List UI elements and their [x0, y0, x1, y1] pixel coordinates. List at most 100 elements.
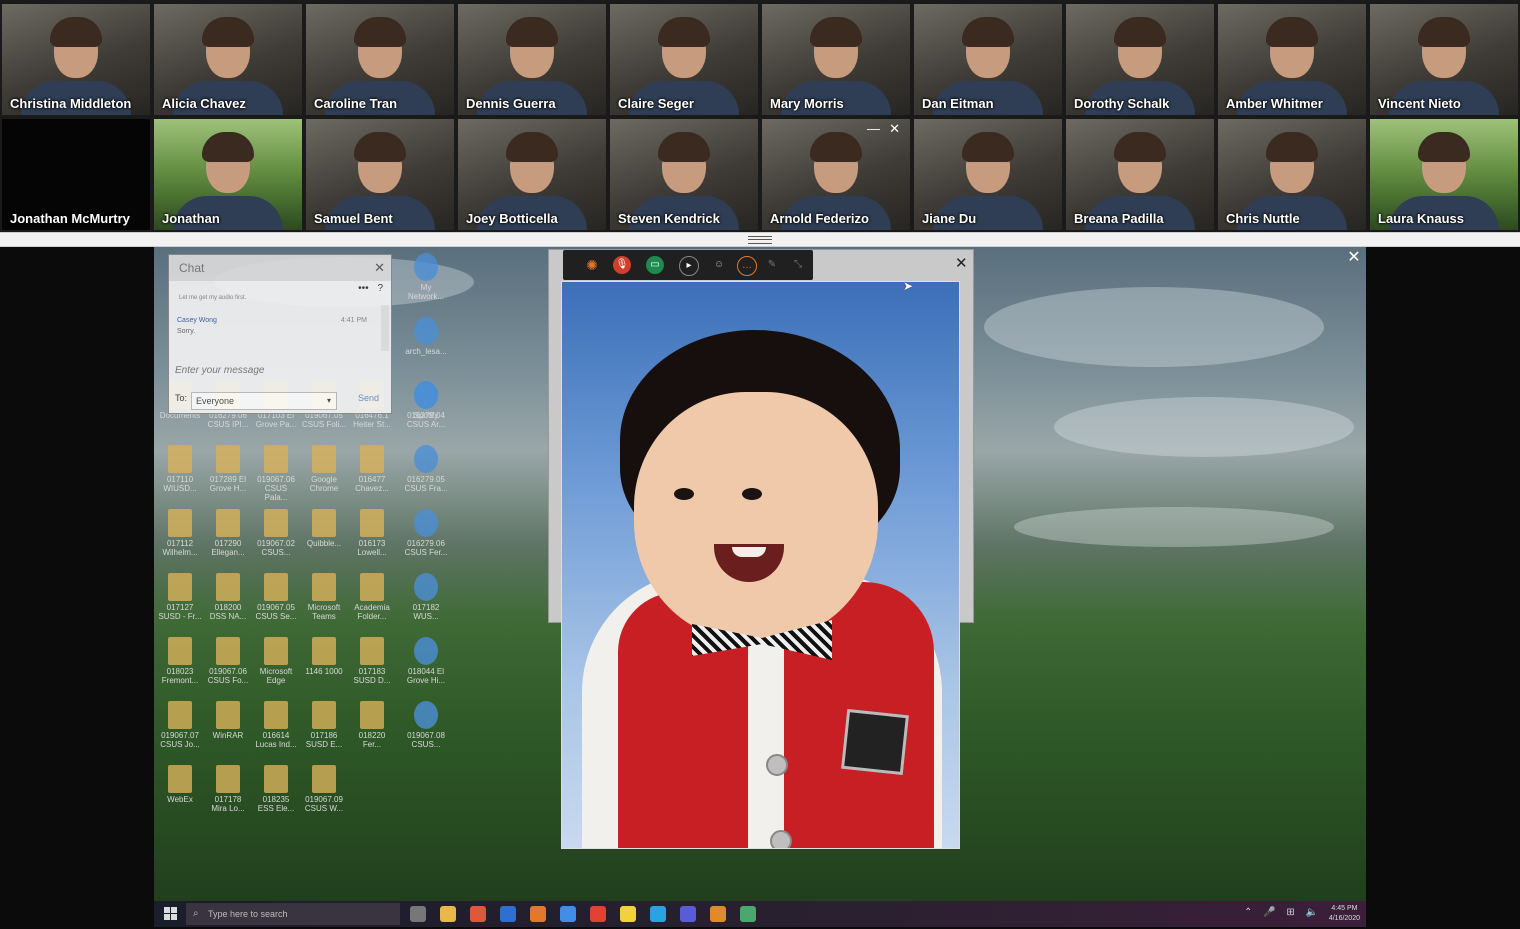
desktop-icon[interactable]: 016279.05 CSUS Fra... [404, 445, 448, 503]
desktop-icon-label: 019067.02 CSUS... [257, 539, 295, 557]
system-tray[interactable]: ⌃ 🎤 ⊞ 🔈 [1244, 907, 1322, 918]
chat-message-input[interactable] [173, 359, 389, 381]
participant-tile[interactable]: Jiane Du [914, 119, 1062, 230]
desktop-icon[interactable]: 017186 SUSD E... [302, 701, 346, 759]
desktop-icon[interactable]: My Network... [404, 253, 448, 311]
desktop-icon[interactable]: 019067.08 CSUS... [404, 701, 448, 759]
teams-icon[interactable] [680, 906, 696, 922]
participant-tile[interactable]: Dan Eitman [914, 4, 1062, 115]
desktop-icon[interactable]: 017290 Ellegan... [206, 509, 250, 567]
file-explorer-icon[interactable] [440, 906, 456, 922]
desktop-icon[interactable]: 017110 WIUSD... [158, 445, 202, 503]
participant-tile[interactable]: Alicia Chavez [154, 4, 302, 115]
video-icon[interactable]: ▸ [679, 256, 699, 276]
viewer-close-icon[interactable]: ✕ [955, 254, 968, 272]
desktop-icon[interactable]: 016279.04 CSUS Ar... [404, 381, 448, 439]
desktop-icon[interactable]: 018044 El Grove Hi... [404, 637, 448, 695]
desktop-icon[interactable]: arch_lesa... [404, 317, 448, 375]
desktop-icon[interactable]: 016477 Chavez... [350, 445, 394, 503]
chat-scrollbar[interactable] [381, 305, 389, 351]
desktop-icon[interactable]: Google Chrome [302, 445, 346, 503]
webex-logo-icon[interactable]: ✺ [583, 256, 601, 274]
taskbar-clock[interactable]: 4:45 PM 4/16/2020 [1329, 904, 1360, 924]
webex-icon[interactable] [710, 906, 726, 922]
desktop-icon[interactable]: 019067.05 CSUS Se... [254, 573, 298, 631]
desktop-icon[interactable]: Academia Folder... [350, 573, 394, 631]
participant-tile[interactable]: Samuel Bent [306, 119, 454, 230]
participant-tile[interactable]: Chris Nuttle [1218, 119, 1366, 230]
participant-tile[interactable]: Amber Whitmer [1218, 4, 1366, 115]
participant-tile[interactable]: Dorothy Schalk [1066, 4, 1214, 115]
desktop-icon[interactable]: 018220 Fer... [350, 701, 394, 759]
desktop-icon[interactable]: WinRAR [206, 701, 250, 759]
participant-tile[interactable]: Laura Knauss [1370, 119, 1518, 230]
folder-icon [168, 765, 192, 793]
desktop-icon[interactable]: 016173 Lowell... [350, 509, 394, 567]
snagit-icon[interactable] [530, 906, 546, 922]
desktop-icon[interactable]: 018200 DSS NA... [206, 573, 250, 631]
annotate-icon[interactable]: ✎ [763, 256, 781, 274]
participant-tile[interactable]: Claire Seger [610, 4, 758, 115]
slack-icon[interactable] [470, 906, 486, 922]
drag-grip-icon[interactable] [748, 236, 772, 244]
desktop-icon[interactable]: 017127 SUSD - Fr... [158, 573, 202, 631]
participant-tile[interactable]: Jonathan McMurtry [2, 119, 150, 230]
desktop-icon[interactable]: 1146 1000 [302, 637, 346, 695]
participant-tile[interactable]: Steven Kendrick [610, 119, 758, 230]
desktop-icon[interactable]: 019067.07 CSUS Jo... [158, 701, 202, 759]
chat-close-icon[interactable]: ✕ [374, 255, 385, 281]
skype-icon[interactable] [650, 906, 666, 922]
outlook-icon[interactable] [500, 906, 516, 922]
desktop-icon[interactable]: 017112 Wilhelm... [158, 509, 202, 567]
chat-recipient-select[interactable]: Everyone ▾ [191, 392, 337, 410]
desktop-icon[interactable]: 017178 Mira Lo... [206, 765, 250, 823]
chat-icon[interactable]: … [737, 256, 757, 276]
todo-icon[interactable] [560, 906, 576, 922]
participant-tile[interactable]: Arnold Federizo ✕ — [762, 119, 910, 230]
desktop-icon[interactable]: Microsoft Teams [302, 573, 346, 631]
tile-minimize-icon[interactable]: — [867, 121, 880, 136]
participant-tile[interactable]: Breana Padilla [1066, 119, 1214, 230]
participant-tile[interactable]: Mary Morris [762, 4, 910, 115]
participant-tile[interactable]: Vincent Nieto [1370, 4, 1518, 115]
desktop-icon[interactable]: WebEx [158, 765, 202, 823]
desktop-icon[interactable]: 019067.02 CSUS... [254, 509, 298, 567]
expand-icon[interactable]: ⤡ [789, 256, 807, 274]
desktop-icon[interactable]: Microsoft Edge [254, 637, 298, 695]
participant-tile[interactable]: Christina Middleton [2, 4, 150, 115]
desktop-icon[interactable]: 016279.06 CSUS Fer... [404, 509, 448, 567]
participant-tile[interactable]: Dennis Guerra [458, 4, 606, 115]
desktop-icon[interactable]: 016614 Lucas Ind... [254, 701, 298, 759]
participant-tile[interactable]: Joey Botticella [458, 119, 606, 230]
close-share-icon[interactable]: ✕ [1340, 247, 1368, 269]
chat-send-button[interactable]: Send [352, 392, 385, 404]
desktop-icon[interactable]: 019067.09 CSUS W... [302, 765, 346, 823]
clock-time: 4:45 PM [1331, 905, 1358, 912]
task-view-icon[interactable] [410, 906, 426, 922]
folder-icon [312, 445, 336, 473]
participant-tile[interactable]: Jonathan [154, 119, 302, 230]
photos-icon[interactable] [740, 906, 756, 922]
desktop-icon[interactable]: 019067.06 CSUS Pala... [254, 445, 298, 503]
desktop-icon[interactable]: 017183 SUSD D... [350, 637, 394, 695]
participants-icon[interactable]: ☺ [710, 256, 728, 274]
sticky-notes-icon[interactable] [620, 906, 636, 922]
desktop-icon[interactable]: 019067.06 CSUS Fo... [206, 637, 250, 695]
taskbar-search-box[interactable]: ⌕ Type here to search [186, 903, 400, 925]
participant-video-hair [202, 17, 254, 48]
participant-tile[interactable]: Caroline Tran [306, 4, 454, 115]
windows-start-icon[interactable] [164, 907, 178, 921]
chrome-icon[interactable] [590, 906, 606, 922]
help-icon[interactable]: ? [377, 283, 383, 294]
tile-close-icon[interactable]: ✕ [889, 121, 900, 137]
desktop-icon[interactable]: 018023 Fremont... [158, 637, 202, 695]
desktop-icon[interactable]: Quibble... [302, 509, 346, 567]
desktop-icon[interactable]: 018235 ESS Ele... [254, 765, 298, 823]
desktop-icon[interactable]: 017182 WUS... [404, 573, 448, 631]
share-screen-icon[interactable]: ▭ [646, 256, 664, 274]
participant-video-hair [810, 17, 862, 48]
panel-resize-divider[interactable] [0, 232, 1520, 247]
mic-muted-icon[interactable]: 🎙 [613, 256, 631, 274]
more-options-icon[interactable]: ••• [358, 283, 369, 294]
desktop-icon[interactable]: 017289 El Grove H... [206, 445, 250, 503]
